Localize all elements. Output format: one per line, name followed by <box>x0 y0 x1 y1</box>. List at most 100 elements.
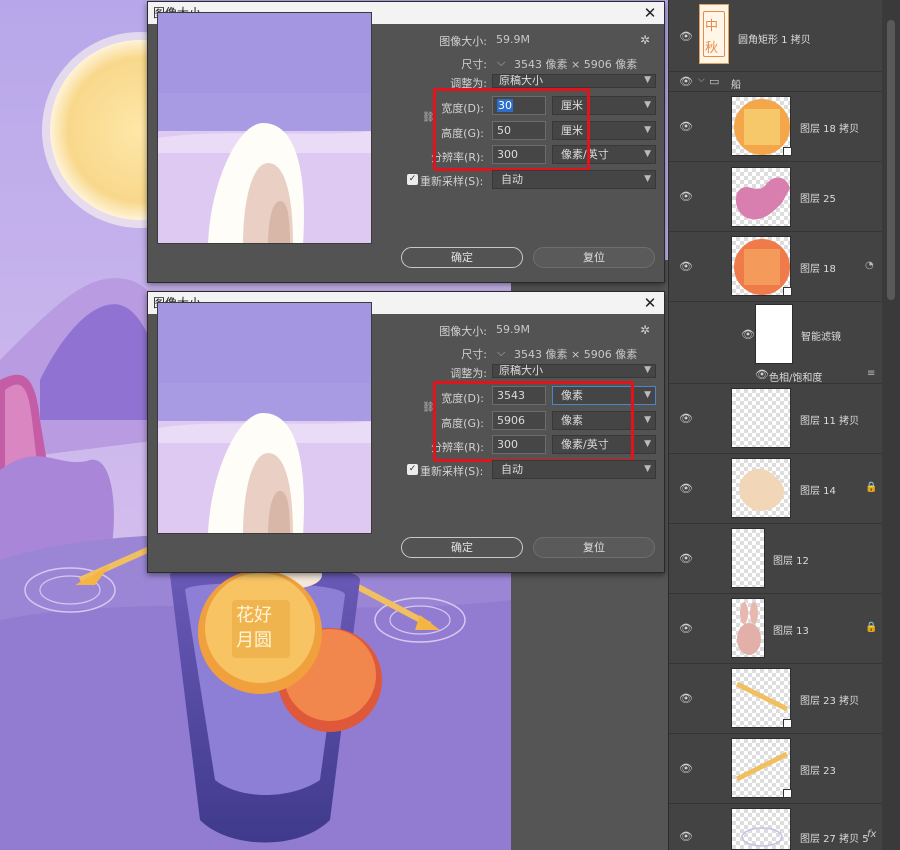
image-size-value: 59.9M <box>496 323 530 336</box>
filter-item-row[interactable]: 👁 色相/饱和度 ≡ <box>669 366 883 384</box>
filter-options-icon[interactable]: ≡ <box>867 368 875 379</box>
layer-row[interactable]: 👁 图层 11 拷贝 <box>669 384 883 454</box>
lock-icon[interactable]: 🔒 <box>865 622 877 633</box>
image-size-value: 59.9M <box>496 33 530 46</box>
layer-name: 色相/饱和度 <box>769 373 823 384</box>
layer-row[interactable]: 👁 图层 23 <box>669 734 883 804</box>
chevron-down-icon[interactable]: ⌵ <box>698 75 705 85</box>
ok-button[interactable]: 确定 <box>401 537 523 558</box>
smart-object-icon <box>783 287 792 296</box>
resample-checkbox[interactable]: ✓ <box>407 464 418 475</box>
filter-mask-thumbnail <box>755 304 793 364</box>
eye-icon[interactable]: 👁 <box>679 412 693 425</box>
layer-thumbnail <box>731 167 791 227</box>
dimensions-chevron-icon[interactable]: ⌵ <box>497 346 505 360</box>
layer-thumbnail <box>731 738 791 798</box>
layer-thumbnail <box>731 598 765 658</box>
chevron-down-icon: ▼ <box>644 415 651 425</box>
layer-name: 智能滤镜 <box>801 332 841 343</box>
dimensions-label: 尺寸: <box>461 348 487 361</box>
fit-to-label: 调整为: <box>450 367 487 380</box>
layer-row[interactable]: 👁 图层 18 ◔ <box>669 232 883 302</box>
layer-thumbnail: 中 秋 <box>699 4 729 64</box>
reset-button[interactable]: 复位 <box>533 537 655 558</box>
smart-filter-icon[interactable]: ◔ <box>865 260 874 271</box>
gear-icon[interactable]: ✲ <box>640 33 650 47</box>
close-button[interactable]: ✕ <box>640 293 660 313</box>
eye-icon[interactable]: 👁 <box>679 482 693 495</box>
eye-icon[interactable]: 👁 <box>679 762 693 775</box>
preview-artwork <box>158 13 371 243</box>
layer-name: 图层 18 <box>800 264 836 275</box>
eye-icon[interactable]: 👁 <box>755 368 769 381</box>
eye-icon[interactable]: 👁 <box>679 75 693 88</box>
chevron-down-icon: ▼ <box>644 439 651 449</box>
layer-group-row[interactable]: 👁 ⌵ ▭ 船 <box>669 72 883 92</box>
resample-value: 自动 <box>501 463 523 476</box>
eye-icon[interactable]: 👁 <box>679 692 693 705</box>
smart-filter-row[interactable]: 👁 智能滤镜 <box>669 302 883 366</box>
eye-icon[interactable]: 👁 <box>679 120 693 133</box>
fit-to-select[interactable]: 原稿大小 ▼ <box>492 364 656 378</box>
layer-row[interactable]: 👁 图层 12 <box>669 524 883 594</box>
smart-object-icon <box>783 789 792 798</box>
layer-name: 图层 11 拷贝 <box>800 416 860 427</box>
layer-row[interactable]: 👁 图层 25 <box>669 162 883 232</box>
eye-icon[interactable]: 👁 <box>741 328 755 341</box>
chevron-down-icon: ▼ <box>644 174 651 184</box>
lock-icon[interactable]: 🔒 <box>865 482 877 493</box>
eye-icon[interactable]: 👁 <box>679 30 693 43</box>
layers-scrollbar[interactable] <box>882 0 900 850</box>
chevron-down-icon: ▼ <box>644 100 651 110</box>
layer-thumbnail <box>731 458 791 518</box>
layer-row[interactable]: 👁 图层 27 拷贝 5 fx <box>669 804 883 850</box>
layer-name: 图层 23 拷贝 <box>800 696 860 707</box>
ok-label: 确定 <box>451 251 473 264</box>
layers-panel: 👁 中 秋 圆角矩形 1 拷贝 👁 ⌵ ▭ 船 👁 图层 18 拷贝 👁 图层 … <box>668 0 900 850</box>
fit-to-select[interactable]: 原稿大小 ▼ <box>492 74 656 88</box>
reset-button[interactable]: 复位 <box>533 247 655 268</box>
eye-icon[interactable]: 👁 <box>679 190 693 203</box>
chevron-down-icon: ▼ <box>644 149 651 159</box>
layer-effects-icon[interactable]: fx <box>867 829 876 840</box>
gear-icon[interactable]: ✲ <box>640 323 650 337</box>
dimensions-value: 3543 像素 × 5906 像素 <box>514 348 638 361</box>
layer-thumbnail <box>731 236 791 296</box>
fit-to-value: 原稿大小 <box>499 74 543 87</box>
layer-row[interactable]: 👁 图层 14 🔒 <box>669 454 883 524</box>
resample-row: 重新采样(S): <box>420 463 483 479</box>
resample-checkbox[interactable]: ✓ <box>407 174 418 185</box>
ok-label: 确定 <box>451 541 473 554</box>
reset-label: 复位 <box>583 541 605 554</box>
chevron-down-icon: ▼ <box>644 125 651 135</box>
layer-thumbnail <box>731 528 765 588</box>
layer-name: 图层 12 <box>773 556 809 567</box>
scrollbar-thumb[interactable] <box>887 20 895 300</box>
layer-row[interactable]: 👁 图层 18 拷贝 <box>669 92 883 162</box>
eye-icon[interactable]: 👁 <box>679 830 693 843</box>
resample-select[interactable]: 自动 ▼ <box>492 460 656 479</box>
eye-icon[interactable]: 👁 <box>679 552 693 565</box>
layer-thumbnail <box>731 388 791 448</box>
layer-name: 图层 14 <box>800 486 836 497</box>
dimensions-chevron-icon[interactable]: ⌵ <box>497 56 505 70</box>
layer-name: 图层 27 拷贝 5 <box>800 834 869 845</box>
image-size-label: 图像大小: <box>439 325 487 338</box>
eye-icon[interactable]: 👁 <box>679 260 693 273</box>
folder-icon: ▭ <box>709 75 720 88</box>
dimensions-label: 尺寸: <box>461 58 487 71</box>
mooncake-text-top: 花好 <box>236 605 272 626</box>
layer-row[interactable]: 👁 图层 23 拷贝 <box>669 664 883 734</box>
resample-select[interactable]: 自动 ▼ <box>492 170 656 189</box>
eye-icon[interactable]: 👁 <box>679 622 693 635</box>
preview-artwork <box>158 303 371 533</box>
tag-text-top: 中 <box>705 19 719 34</box>
chevron-down-icon: ▼ <box>644 464 651 474</box>
preview-image[interactable] <box>157 302 372 534</box>
preview-image[interactable] <box>157 12 372 244</box>
layer-row[interactable]: 👁 中 秋 圆角矩形 1 拷贝 <box>669 0 883 72</box>
layer-row[interactable]: 👁 图层 13 🔒 <box>669 594 883 664</box>
layer-name: 图层 18 拷贝 <box>800 124 860 135</box>
ok-button[interactable]: 确定 <box>401 247 523 268</box>
close-button[interactable]: ✕ <box>640 3 660 23</box>
